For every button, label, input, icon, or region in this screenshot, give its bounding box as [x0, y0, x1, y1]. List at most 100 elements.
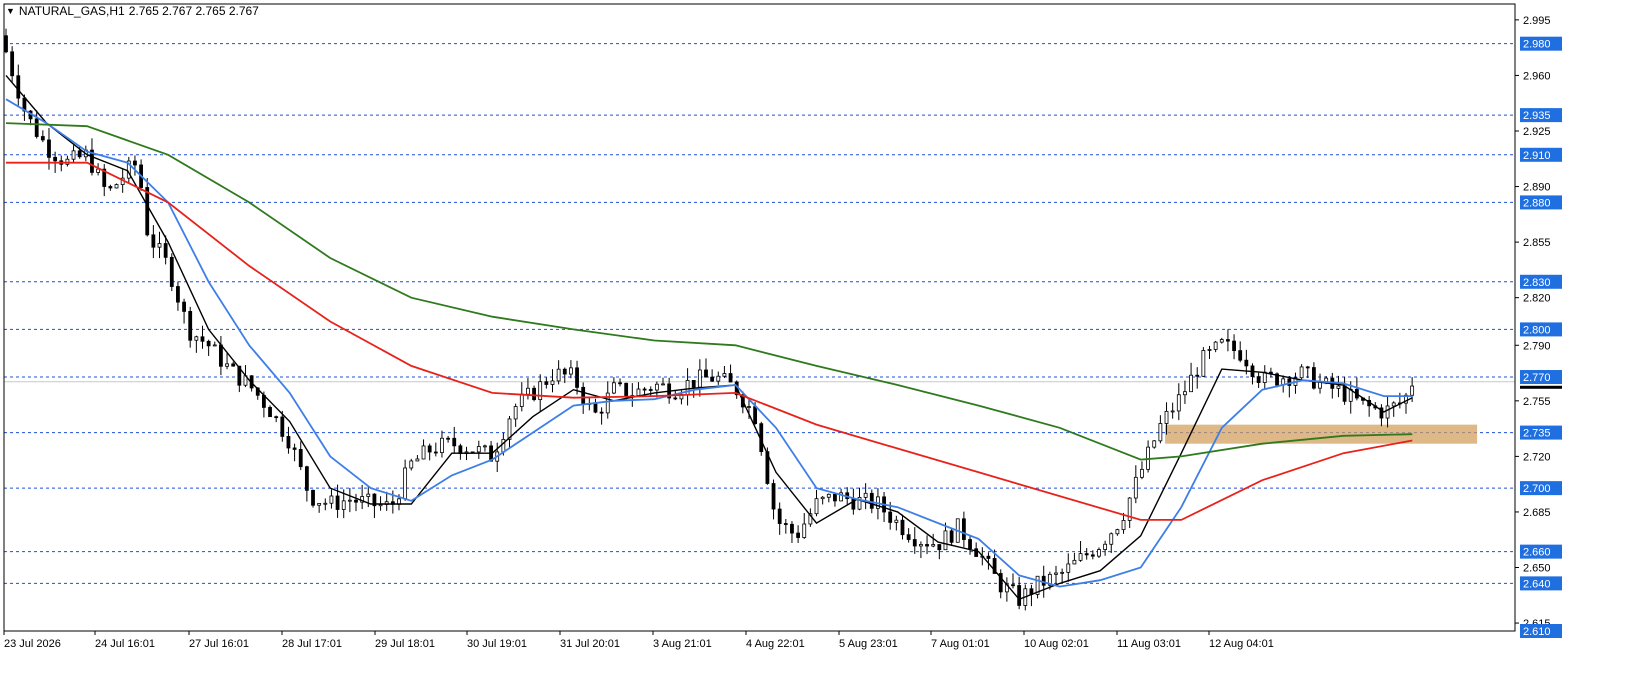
candle[interactable]	[1299, 364, 1304, 380]
candle[interactable]	[961, 511, 966, 548]
candle[interactable]	[1084, 548, 1089, 560]
candle[interactable]	[347, 487, 352, 513]
candle[interactable]	[697, 359, 702, 397]
candle[interactable]	[114, 183, 119, 189]
candle[interactable]	[1201, 347, 1206, 377]
candle[interactable]	[415, 454, 420, 462]
candle[interactable]	[1391, 401, 1396, 417]
candle[interactable]	[796, 525, 801, 544]
candle[interactable]	[1011, 573, 1015, 589]
candle[interactable]	[1342, 376, 1347, 405]
candle[interactable]	[169, 253, 174, 292]
candle[interactable]	[919, 541, 923, 559]
candle[interactable]	[212, 341, 217, 347]
candle[interactable]	[1066, 553, 1071, 582]
candle[interactable]	[157, 231, 162, 259]
level-price-label[interactable]: 2.700	[1520, 481, 1562, 496]
candle[interactable]	[1354, 377, 1359, 401]
candle[interactable]	[728, 364, 733, 383]
candle[interactable]	[1397, 392, 1402, 409]
candle[interactable]	[1367, 396, 1372, 417]
candle[interactable]	[1004, 577, 1009, 602]
candle[interactable]	[1170, 402, 1175, 419]
candle[interactable]	[311, 489, 315, 508]
candle[interactable]	[1262, 365, 1267, 390]
candle[interactable]	[108, 184, 113, 191]
candle[interactable]	[544, 377, 549, 389]
candle[interactable]	[777, 502, 782, 535]
candle[interactable]	[1238, 341, 1243, 363]
candle[interactable]	[771, 479, 776, 520]
candle[interactable]	[1183, 380, 1187, 404]
candle[interactable]	[286, 426, 291, 454]
chart-window[interactable]: 2.995 2.960 2.925 2.890 2.855 2.820 2.790 2.755…	[0, 0, 1626, 686]
candle[interactable]	[292, 443, 297, 462]
candle[interactable]	[1152, 440, 1157, 449]
candle[interactable]	[863, 483, 868, 510]
candle[interactable]	[802, 513, 807, 539]
candle[interactable]	[1189, 362, 1193, 393]
candle[interactable]	[354, 493, 358, 512]
candle[interactable]	[630, 383, 635, 407]
candle[interactable]	[1133, 465, 1138, 504]
candle[interactable]	[722, 365, 727, 379]
candle[interactable]	[900, 514, 905, 540]
candle[interactable]	[1379, 404, 1384, 427]
candle[interactable]	[71, 145, 76, 163]
moving-average-line[interactable]	[5, 74, 1413, 601]
candle[interactable]	[206, 339, 211, 356]
candle[interactable]	[1256, 372, 1261, 388]
candle[interactable]	[268, 405, 272, 418]
candle[interactable]	[1232, 334, 1236, 360]
candle[interactable]	[40, 130, 45, 143]
candle[interactable]	[538, 374, 543, 412]
candle[interactable]	[685, 368, 690, 406]
candle[interactable]	[329, 489, 334, 509]
candle[interactable]	[188, 306, 193, 348]
candle[interactable]	[569, 360, 573, 379]
candle[interactable]	[65, 155, 70, 167]
candle[interactable]	[648, 386, 653, 397]
candle[interactable]	[894, 515, 899, 531]
candle[interactable]	[716, 371, 721, 385]
level-price-label[interactable]: 2.935	[1520, 108, 1562, 123]
candle[interactable]	[550, 369, 555, 393]
candle[interactable]	[1115, 528, 1120, 536]
candle[interactable]	[317, 503, 322, 513]
candle[interactable]	[1226, 329, 1230, 352]
candle[interactable]	[949, 528, 954, 547]
moving-average-line[interactable]	[5, 122, 1413, 461]
candle[interactable]	[1213, 340, 1218, 353]
candle[interactable]	[1219, 337, 1224, 344]
level-price-label[interactable]: 2.660	[1520, 544, 1562, 559]
support-zone[interactable]	[1165, 424, 1478, 444]
candle[interactable]	[1140, 461, 1144, 480]
candle[interactable]	[820, 495, 825, 505]
candle[interactable]	[1054, 565, 1058, 585]
candle[interactable]	[298, 441, 303, 471]
candle[interactable]	[1127, 497, 1132, 529]
candle[interactable]	[194, 335, 199, 353]
candle[interactable]	[1293, 372, 1298, 394]
candle[interactable]	[912, 527, 917, 554]
candle[interactable]	[446, 435, 451, 443]
candle[interactable]	[790, 521, 794, 543]
candle[interactable]	[433, 442, 438, 457]
candle[interactable]	[833, 493, 837, 507]
candle[interactable]	[556, 360, 561, 385]
candle[interactable]	[519, 382, 524, 412]
candle[interactable]	[906, 528, 911, 543]
candle[interactable]	[360, 484, 365, 510]
candle[interactable]	[1109, 532, 1114, 553]
candle[interactable]	[704, 358, 708, 378]
candle[interactable]	[611, 377, 616, 395]
candle[interactable]	[409, 458, 414, 471]
candle[interactable]	[532, 385, 536, 402]
candle[interactable]	[4, 28, 8, 54]
candle[interactable]	[182, 298, 186, 324]
level-price-label[interactable]: 2.735	[1520, 425, 1562, 440]
candle[interactable]	[483, 444, 487, 452]
candle[interactable]	[513, 403, 518, 427]
level-price-label[interactable]: 2.880	[1520, 195, 1562, 210]
candle[interactable]	[1176, 383, 1181, 421]
